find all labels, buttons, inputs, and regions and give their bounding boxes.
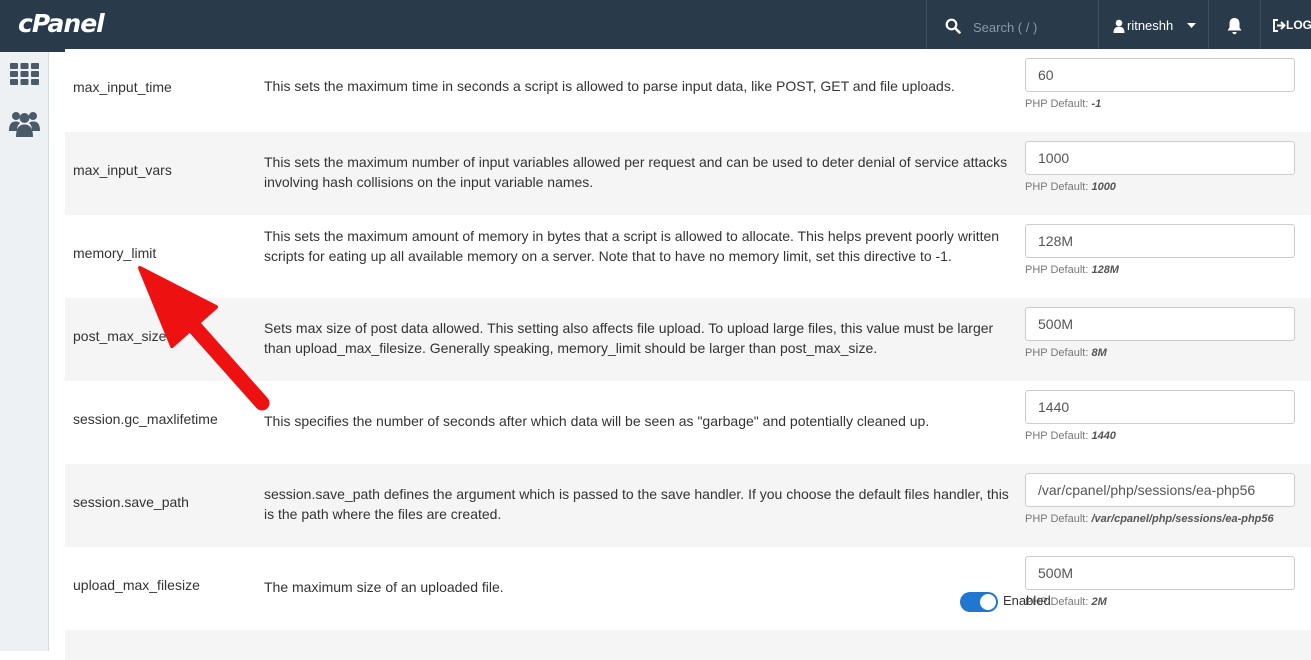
logout-button[interactable]: LOGOUT <box>1260 0 1311 52</box>
directive-value-input[interactable] <box>1025 473 1295 507</box>
chevron-down-icon <box>1187 23 1196 28</box>
users-icon[interactable] <box>9 109 40 137</box>
php-default-value: /var/cpanel/php/sessions/ea-php56 <box>1091 513 1274 525</box>
cpanel-logo[interactable]: cPanel <box>18 9 105 38</box>
php-default: PHP Default: -1 <box>1025 98 1102 110</box>
directive-value-input[interactable] <box>1025 224 1295 258</box>
bell-icon <box>1227 18 1242 35</box>
table-row: post_max_size Sets max size of post data… <box>65 298 1311 382</box>
php-default: PHP Default: /var/cpanel/php/sessions/ea… <box>1025 513 1274 525</box>
toggle-knob <box>980 594 996 610</box>
logout-label: LOGOUT <box>1286 18 1311 32</box>
directive-name: max_input_vars <box>73 162 172 178</box>
directive-description: Sets max size of post data allowed. This… <box>264 320 994 356</box>
table-row: max_input_vars This sets the maximum num… <box>65 132 1311 216</box>
directive-value-input[interactable] <box>1025 390 1295 424</box>
user-menu[interactable]: ritneshh <box>1098 0 1209 52</box>
directive-description: This sets the maximum time in seconds a … <box>264 78 955 94</box>
directive-name: max_input_time <box>73 79 172 95</box>
notifications-button[interactable] <box>1208 0 1261 52</box>
enabled-toggle[interactable] <box>960 592 998 612</box>
directive-name: upload_max_filesize <box>73 577 200 593</box>
directive-name: session.save_path <box>73 494 189 510</box>
grid-icon[interactable] <box>10 63 39 85</box>
table-row <box>65 630 1311 660</box>
php-default: PHP Default: 1000 <box>1025 181 1116 193</box>
php-default: PHP Default: 8M <box>1025 347 1107 359</box>
username: ritneshh <box>1127 18 1174 33</box>
table-row: max_input_time This sets the maximum tim… <box>65 49 1311 133</box>
directive-name: memory_limit <box>73 245 157 261</box>
directive-name: session.gc_maxlifetime <box>73 411 218 427</box>
directive-value-input[interactable] <box>1025 58 1295 92</box>
directive-description: session.save_path defines the argument w… <box>264 486 1009 522</box>
directive-description: This sets the maximum number of input va… <box>264 154 1008 190</box>
php-default-value: 1440 <box>1091 430 1116 442</box>
table-row: session.save_path session.save_path defi… <box>65 464 1311 548</box>
sidebar <box>0 52 49 651</box>
php-default-value: 128M <box>1091 264 1119 276</box>
table-row: session.gc_maxlifetime This specifies th… <box>65 381 1311 465</box>
php-directives-table: max_input_time This sets the maximum tim… <box>65 49 1311 660</box>
php-default: PHP Default: 128M <box>1025 264 1119 276</box>
search-icon <box>945 18 961 34</box>
logout-icon <box>1273 19 1286 32</box>
top-navbar: cPanel ritneshh LOGOUT <box>0 0 1311 52</box>
table-row: memory_limit This sets the maximum amoun… <box>65 215 1311 299</box>
directive-description: This specifies the number of seconds aft… <box>264 413 930 429</box>
toggle-label: Enabled <box>1003 593 1051 608</box>
directive-value-input[interactable] <box>1025 556 1295 590</box>
directive-description: The maximum size of an uploaded file. <box>264 579 504 595</box>
directive-description: This sets the maximum amount of memory i… <box>264 228 1000 264</box>
php-default-value: 2M <box>1091 596 1107 608</box>
directive-value-input[interactable] <box>1025 141 1295 175</box>
php-default-value: 1000 <box>1091 181 1116 193</box>
table-row: upload_max_filesize The maximum size of … <box>65 547 1311 631</box>
directive-name: post_max_size <box>73 328 167 344</box>
user-icon <box>1113 19 1125 33</box>
php-default: PHP Default: 2M <box>1025 596 1107 608</box>
search-input[interactable] <box>971 16 1095 38</box>
directive-value-input[interactable] <box>1025 307 1295 341</box>
php-default-value: -1 <box>1091 98 1102 110</box>
php-default: PHP Default: 1440 <box>1025 430 1116 442</box>
php-default-value: 8M <box>1091 347 1107 359</box>
search-box[interactable] <box>926 0 1099 52</box>
